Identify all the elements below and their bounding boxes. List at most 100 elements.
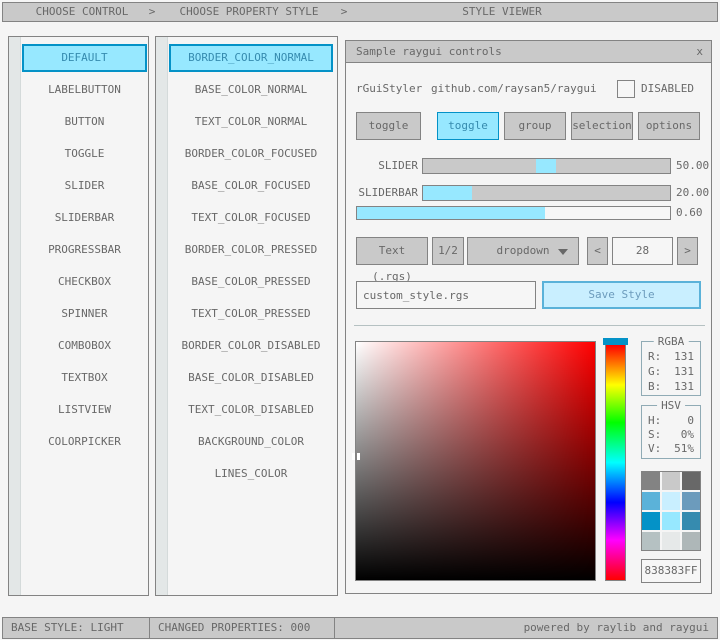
disabled-checkbox[interactable] (617, 80, 635, 98)
save-style-button[interactable]: Save Style (542, 281, 701, 309)
color-swatch[interactable] (662, 472, 680, 490)
list-item-default[interactable]: DEFAULT (22, 44, 147, 72)
colorpicker-sv-square[interactable] (355, 341, 596, 581)
color-swatch[interactable] (662, 532, 680, 550)
slider-thumb[interactable] (536, 159, 556, 173)
list-item-lines-color[interactable]: LINES_COLOR (169, 460, 333, 488)
half-toggle-button[interactable]: 1/2 (432, 237, 464, 265)
color-swatch[interactable] (682, 492, 700, 510)
list-item-slider[interactable]: SLIDER (22, 172, 147, 200)
rgba-g-label: G: (648, 365, 661, 378)
hsv-s-label: S: (648, 428, 661, 441)
list-item-base-color-normal[interactable]: BASE_COLOR_NORMAL (169, 76, 333, 104)
toolbar-section-choose-control: CHOOSE CONTROL (9, 3, 155, 21)
hsv-groupbox: HSV H: 0 S: 0% V: 51% (641, 405, 701, 459)
sliderbar-value: 20.00 (676, 186, 709, 200)
color-swatch[interactable] (642, 532, 660, 550)
divider-line (354, 325, 705, 326)
colorpicker-cursor[interactable] (352, 453, 360, 460)
hex-color-value-box[interactable]: 838383FF (641, 559, 701, 583)
app-name-label: rGuiStyler (356, 82, 422, 96)
text-rgs-button[interactable]: Text (.rgs) (356, 237, 428, 265)
statusbar-credits: powered by raylib and raygui (334, 617, 718, 639)
progressbar-fill (357, 207, 545, 219)
properties-list-scrollbar[interactable] (156, 37, 168, 595)
list-item-toggle[interactable]: TOGGLE (22, 140, 147, 168)
hsv-h-label: H: (648, 414, 661, 427)
list-item-spinner[interactable]: SPINNER (22, 300, 147, 328)
list-item-background-color[interactable]: BACKGROUND_COLOR (169, 428, 333, 456)
toggle-button[interactable]: toggle (356, 112, 421, 140)
toggle-group-item-group[interactable]: group (504, 112, 566, 140)
hsv-v-row: V: 51% (648, 442, 694, 456)
close-icon[interactable]: x (696, 41, 703, 62)
list-item-base-color-disabled[interactable]: BASE_COLOR_DISABLED (169, 364, 333, 392)
list-item-text-color-normal[interactable]: TEXT_COLOR_NORMAL (169, 108, 333, 136)
slider[interactable] (422, 158, 671, 174)
color-swatch[interactable] (682, 472, 700, 490)
color-swatch[interactable] (642, 492, 660, 510)
toggle-group-item-toggle[interactable]: toggle (437, 112, 499, 140)
list-item-border-color-normal[interactable]: BORDER_COLOR_NORMAL (169, 44, 333, 72)
slider-value: 50.00 (676, 159, 709, 173)
slider-label: SLIDER (346, 159, 418, 173)
sliderbar[interactable] (422, 185, 671, 201)
color-swatch[interactable] (642, 512, 660, 530)
list-item-listview[interactable]: LISTVIEW (22, 396, 147, 424)
sliderbar-label: SLIDERBAR (346, 186, 418, 200)
controls-list-scrollbar[interactable] (9, 37, 21, 595)
list-item-base-color-pressed[interactable]: BASE_COLOR_PRESSED (169, 268, 333, 296)
list-item-button[interactable]: BUTTON (22, 108, 147, 136)
list-item-border-color-focused[interactable]: BORDER_COLOR_FOCUSED (169, 140, 333, 168)
style-filename-input[interactable] (356, 281, 536, 309)
rgba-groupbox-title: RGBA (654, 335, 689, 348)
hsv-v-value: 51% (674, 442, 694, 456)
list-item-sliderbar[interactable]: SLIDERBAR (22, 204, 147, 232)
list-item-checkbox[interactable]: CHECKBOX (22, 268, 147, 296)
repo-link[interactable]: github.com/raysan5/raygui (431, 82, 597, 96)
dropdown[interactable]: dropdown (467, 237, 579, 265)
list-item-progressbar[interactable]: PROGRESSBAR (22, 236, 147, 264)
dropdown-selected-label: dropdown (497, 244, 550, 257)
properties-list-panel: BORDER_COLOR_NORMAL BASE_COLOR_NORMAL TE… (155, 36, 338, 596)
hsv-h-value: 0 (687, 414, 694, 428)
list-item-base-color-focused[interactable]: BASE_COLOR_FOCUSED (169, 172, 333, 200)
hsv-s-row: S: 0% (648, 428, 694, 442)
controls-list-panel: DEFAULT LABELBUTTON BUTTON TOGGLE SLIDER… (8, 36, 149, 596)
list-item-text-color-focused[interactable]: TEXT_COLOR_FOCUSED (169, 204, 333, 232)
toolbar-section-style-viewer: STYLE VIEWER (346, 3, 658, 21)
color-swatch[interactable] (682, 532, 700, 550)
rgba-r-label: R: (648, 350, 661, 363)
spinner-decrement-button[interactable]: < (587, 237, 608, 265)
window-titlebar[interactable]: Sample raygui controls x (346, 41, 711, 63)
window-title: Sample raygui controls (356, 41, 502, 62)
toggle-group-item-selection[interactable]: selection (571, 112, 633, 140)
disabled-checkbox-label: DISABLED (641, 82, 694, 96)
list-item-labelbutton[interactable]: LABELBUTTON (22, 76, 147, 104)
list-item-combobox[interactable]: COMBOBOX (22, 332, 147, 360)
statusbar-base-style: BASE STYLE: LIGHT (2, 617, 150, 639)
list-item-text-color-disabled[interactable]: TEXT_COLOR_DISABLED (169, 396, 333, 424)
list-item-text-color-pressed[interactable]: TEXT_COLOR_PRESSED (169, 300, 333, 328)
color-swatch[interactable] (642, 472, 660, 490)
rgba-b-row: B: 131 (648, 380, 694, 394)
toolbar-section-choose-property: CHOOSE PROPERTY STYLE (156, 3, 342, 21)
progressbar-value: 0.60 (676, 206, 703, 220)
spinner-increment-button[interactable]: > (677, 237, 698, 265)
rgba-g-value: 131 (674, 365, 694, 379)
colorpicker-hue-bar[interactable] (605, 344, 626, 581)
sliderbar-fill (423, 186, 472, 200)
list-item-textbox[interactable]: TEXTBOX (22, 364, 147, 392)
list-item-border-color-disabled[interactable]: BORDER_COLOR_DISABLED (169, 332, 333, 360)
rgba-r-row: R: 131 (648, 350, 694, 364)
color-swatch[interactable] (662, 492, 680, 510)
list-item-border-color-pressed[interactable]: BORDER_COLOR_PRESSED (169, 236, 333, 264)
color-swatch[interactable] (662, 512, 680, 530)
color-swatch[interactable] (682, 512, 700, 530)
hue-slider-handle[interactable] (603, 338, 628, 345)
hsv-groupbox-title: HSV (657, 399, 685, 412)
rgba-b-value: 131 (674, 380, 694, 394)
list-item-colorpicker[interactable]: COLORPICKER (22, 428, 147, 456)
toggle-group-item-options[interactable]: options (638, 112, 700, 140)
spinner-value-box[interactable]: 28 (612, 237, 673, 265)
